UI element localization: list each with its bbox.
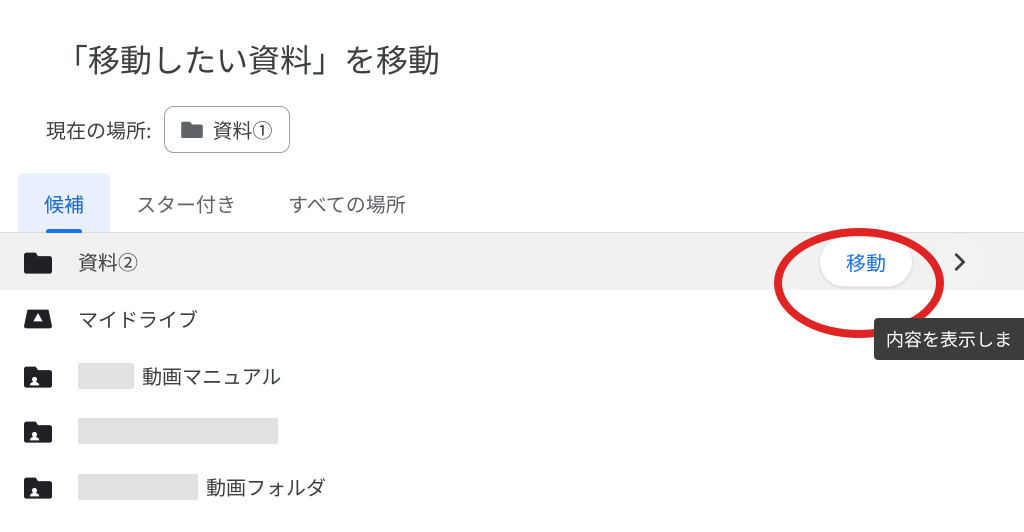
shared-drive-icon: [20, 475, 56, 499]
current-location-chip[interactable]: 資料①: [164, 106, 290, 153]
redacted-text: [78, 363, 134, 389]
chevron-right-icon: [948, 251, 970, 273]
move-dialog: 「移動したい資料」を移動 現在の場所: 資料① 候補 スター付き すべての場所 …: [0, 0, 1024, 515]
shared-drive-icon: [20, 364, 56, 388]
list-item-name-suffix: 動画フォルダ: [206, 472, 326, 501]
tab-all-locations[interactable]: すべての場所: [262, 173, 432, 232]
current-location-label: 現在の場所:: [46, 115, 152, 144]
location-list: 資料② 移動 マイドライブ 動画マニュアル: [0, 233, 1024, 515]
list-item-name-suffix: 動画マニュアル: [142, 361, 281, 390]
current-location-row: 現在の場所: 資料①: [0, 106, 1024, 173]
tab-suggested[interactable]: 候補: [18, 173, 110, 232]
tab-label: 候補: [44, 189, 84, 218]
list-item-name: [78, 418, 1004, 444]
list-item-name: 動画フォルダ: [78, 472, 1004, 501]
tab-starred[interactable]: スター付き: [110, 173, 262, 232]
folder-icon: [181, 115, 203, 144]
redacted-text: [78, 474, 198, 500]
list-item[interactable]: 動画フォルダ: [0, 458, 1024, 515]
list-item[interactable]: 動画マニュアル: [0, 347, 1024, 404]
dialog-title: 「移動したい資料」を移動: [0, 24, 1024, 106]
folder-icon: [20, 250, 56, 274]
list-item-name: マイドライブ: [78, 304, 1004, 333]
list-item-name: 動画マニュアル: [78, 361, 1004, 390]
tooltip: 内容を表示しま: [874, 318, 1024, 360]
list-item[interactable]: 資料② 移動: [0, 233, 1024, 290]
tabs: 候補 スター付き すべての場所: [0, 173, 1024, 233]
tab-label: すべての場所: [288, 189, 406, 218]
list-item[interactable]: [0, 404, 1024, 458]
open-folder-button[interactable]: [934, 237, 984, 287]
list-item[interactable]: マイドライブ: [0, 290, 1024, 347]
my-drive-icon: [20, 307, 56, 331]
redacted-text: [78, 418, 278, 444]
current-location-name: 資料①: [213, 115, 273, 144]
shared-drive-icon: [20, 419, 56, 443]
move-button[interactable]: 移動: [820, 237, 912, 286]
tab-label: スター付き: [136, 189, 236, 218]
